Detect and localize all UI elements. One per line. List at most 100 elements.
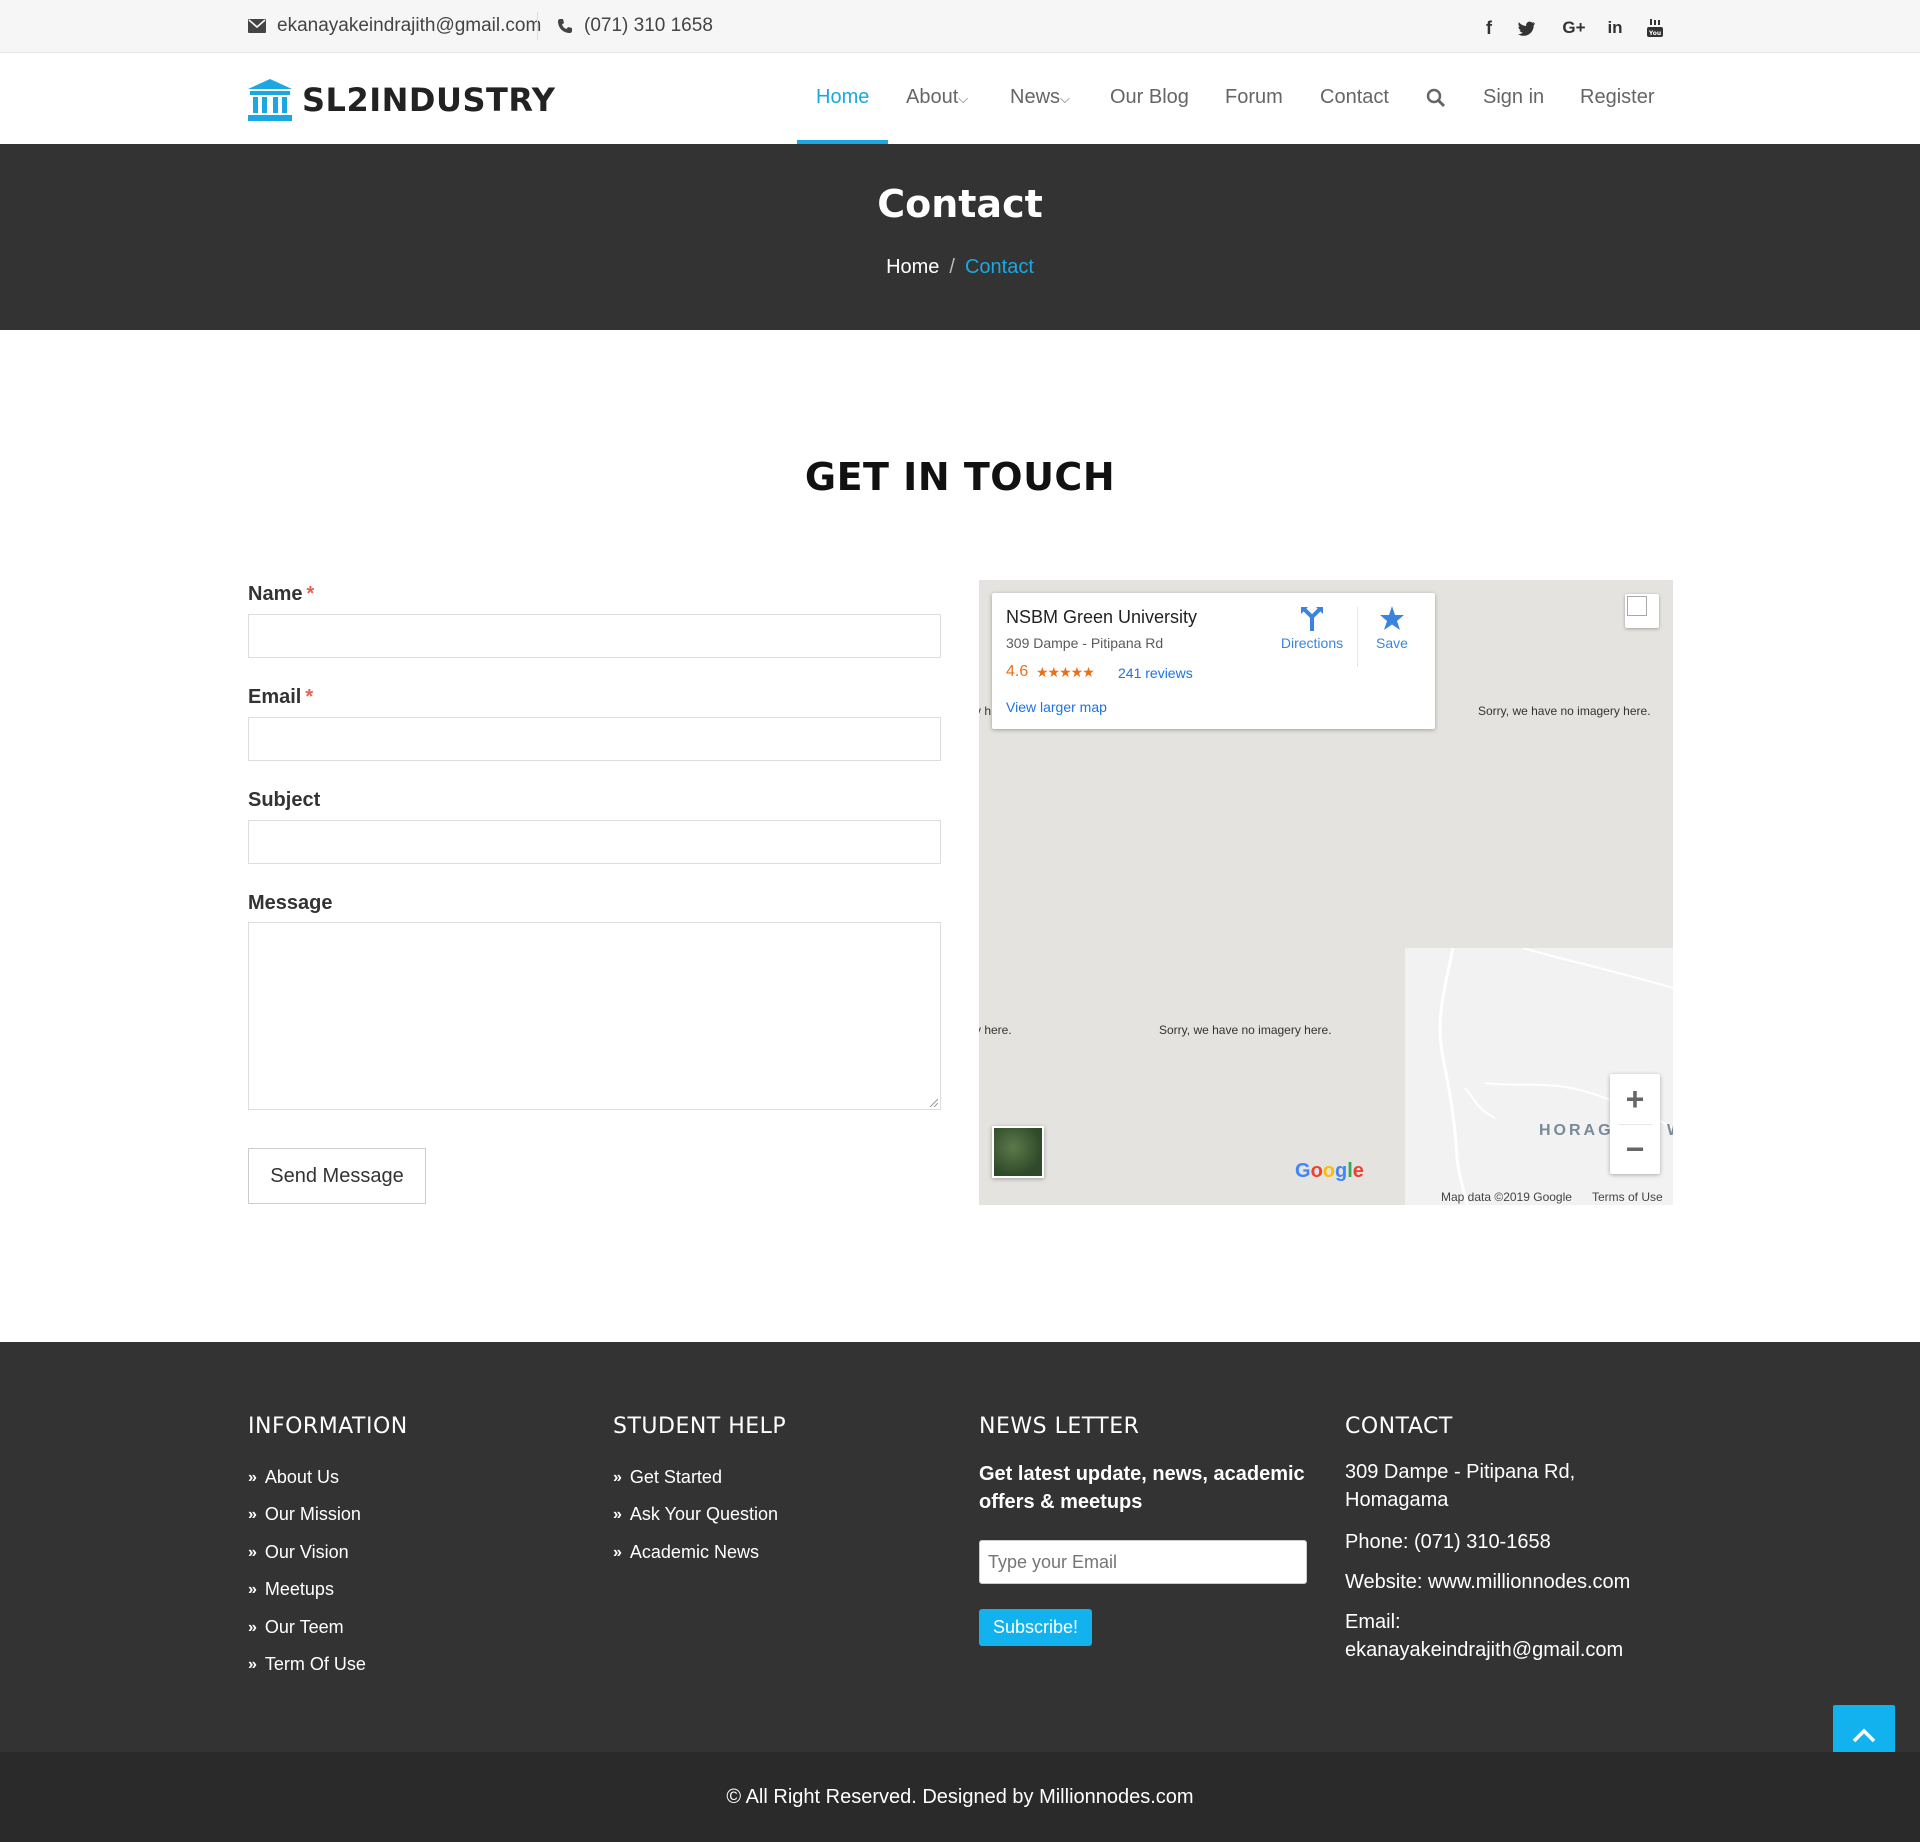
double-chevron-right-icon: » (248, 1505, 257, 1523)
star-icon (1380, 606, 1404, 630)
footer-link-vision[interactable]: » Our Vision (248, 1542, 349, 1563)
nav-contact[interactable]: Contact (1320, 86, 1389, 109)
svg-text:You: You (1648, 30, 1661, 37)
footer-link-meetups[interactable]: » Meetups (248, 1579, 334, 1600)
map-no-imagery-top-partial: y h (979, 704, 992, 718)
footer-link-academic-news[interactable]: » Academic News (613, 1542, 759, 1563)
send-message-button[interactable]: Send Message (248, 1148, 426, 1204)
view-larger-map-link[interactable]: View larger map (1006, 699, 1107, 715)
section-title: GET IN TOUCH (804, 455, 1116, 499)
map-no-imagery-center: Sorry, we have no imagery here. (1159, 1023, 1332, 1037)
fullscreen-button[interactable] (1625, 594, 1659, 628)
nav-signin[interactable]: Sign in (1483, 86, 1544, 109)
footer-link-label: Our Teem (264, 1617, 344, 1637)
required-mark: * (306, 583, 315, 605)
facebook-icon[interactable]: f (1476, 15, 1502, 41)
site-logo[interactable]: SL2INDUSTRY (246, 77, 555, 123)
breadcrumb-home[interactable]: Home (886, 256, 939, 278)
google-plus-icon[interactable]: G+ (1558, 15, 1590, 41)
contact-address: 309 Dampe - Pitipana Rd, Homagama (1345, 1461, 1576, 1511)
contact-phone: Phone: (071) 310-1658 (1345, 1531, 1551, 1553)
place-address: 309 Dampe - Pitipana Rd (1006, 635, 1164, 651)
double-chevron-right-icon: » (613, 1505, 622, 1523)
footer-link-about[interactable]: » About Us (248, 1467, 339, 1488)
map-no-imagery-left: y here. (979, 1023, 1012, 1037)
nav-news[interactable]: News⌵ (1010, 86, 1070, 109)
double-chevron-right-icon: » (613, 1543, 622, 1561)
double-chevron-right-icon: » (248, 1580, 257, 1598)
subject-field[interactable] (248, 820, 941, 864)
name-field[interactable] (248, 614, 941, 658)
topbar-email[interactable]: ekanayakeindrajith@gmail.com (248, 15, 541, 37)
footer-link-label: Ask Your Question (629, 1504, 779, 1524)
nav-blog[interactable]: Our Blog (1110, 86, 1189, 109)
contact-email[interactable]: Email: ekanayakeindrajith@gmail.com (1345, 1608, 1655, 1664)
footer-link-label: About Us (264, 1467, 339, 1487)
main-header: SL2INDUSTRY Home About⌵ News⌵ Our Blog F… (0, 53, 1920, 144)
linkedin-icon[interactable]: in (1602, 15, 1628, 41)
resize-grip-icon[interactable] (928, 1097, 938, 1107)
search-icon[interactable] (1426, 88, 1446, 114)
zoom-control: + − (1610, 1074, 1660, 1174)
double-chevron-right-icon: » (248, 1655, 257, 1673)
copyright-bar: © All Right Reserved. Designed by Millio… (0, 1752, 1920, 1842)
institution-icon (248, 79, 292, 121)
newsletter-email-input[interactable] (979, 1540, 1307, 1584)
footer-link-get-started[interactable]: » Get Started (613, 1467, 722, 1488)
logo-text: SL2INDUSTRY (302, 81, 556, 119)
directions-button[interactable]: Directions (1272, 605, 1352, 651)
site-footer: INFORMATION » About Us » Our Mission » Our … (0, 1342, 1920, 1752)
nav-about-label: About (906, 86, 959, 108)
topbar-phone-text: (071) 310 1658 (584, 15, 713, 36)
breadcrumb: Home / Contact (0, 256, 1920, 279)
footer-link-terms[interactable]: » Term Of Use (248, 1654, 366, 1675)
fullscreen-icon (1627, 596, 1647, 616)
card-divider (1357, 607, 1358, 667)
phone-icon (558, 19, 572, 33)
footer-link-label: Our Vision (264, 1542, 349, 1562)
chevron-down-icon: ⌵ (958, 91, 969, 106)
nav-home[interactable]: Home (816, 86, 869, 109)
google-logo: Google (1295, 1160, 1364, 1182)
envelope-icon (248, 19, 266, 33)
newsletter-description: Get latest update, news, academic offers… (979, 1463, 1305, 1513)
nav-register[interactable]: Register (1580, 86, 1654, 109)
map-data-attribution: Map data ©2019 Google (1441, 1190, 1572, 1204)
page-banner: Contact Home / Contact (0, 144, 1920, 330)
subscribe-button[interactable]: Subscribe! (979, 1609, 1092, 1646)
twitter-icon[interactable] (1514, 15, 1540, 41)
required-mark: * (305, 686, 314, 708)
message-label: Message (248, 892, 333, 914)
name-label: Name * (248, 583, 314, 606)
name-label-text: Name (248, 583, 303, 605)
nav-news-label: News (1010, 86, 1061, 108)
double-chevron-right-icon: » (613, 1468, 622, 1486)
topbar-phone[interactable]: (071) 310 1658 (557, 15, 713, 37)
footer-link-mission[interactable]: » Our Mission (248, 1504, 361, 1525)
email-field[interactable] (248, 717, 941, 761)
nav-forum[interactable]: Forum (1225, 86, 1283, 109)
zoom-out-button[interactable]: − (1610, 1124, 1660, 1174)
double-chevron-right-icon: » (248, 1618, 257, 1636)
google-map[interactable]: y h Sorry, we have no imagery here. y he… (979, 580, 1673, 1205)
footer-link-team[interactable]: » Our Teem (248, 1617, 344, 1638)
footer-student-help-title: STUDENT HELP (613, 1414, 787, 1439)
breadcrumb-separator: / (949, 256, 955, 278)
map-terms-link[interactable]: Terms of Use (1592, 1190, 1663, 1204)
save-button[interactable]: Save (1367, 605, 1417, 651)
copyright-text: © All Right Reserved. Designed by Millio… (726, 1786, 1194, 1808)
contact-website[interactable]: Website: www.millionnodes.com (1345, 1568, 1665, 1596)
email-label-text: Email (248, 686, 302, 708)
footer-link-label: Our Mission (264, 1504, 361, 1524)
footer-link-label: Academic News (629, 1542, 759, 1562)
message-field[interactable] (248, 922, 941, 1110)
footer-link-label: Meetups (264, 1579, 334, 1599)
footer-link-ask-question[interactable]: » Ask Your Question (613, 1504, 778, 1525)
reviews-link[interactable]: 241 reviews (1118, 665, 1193, 681)
youtube-icon[interactable]: You (1642, 15, 1668, 41)
zoom-in-button[interactable]: + (1610, 1074, 1660, 1124)
nav-about[interactable]: About⌵ (906, 86, 968, 109)
satellite-toggle[interactable] (992, 1126, 1044, 1178)
place-rating: 4.6 (1006, 663, 1029, 680)
footer-contact-title: CONTACT (1345, 1414, 1453, 1439)
